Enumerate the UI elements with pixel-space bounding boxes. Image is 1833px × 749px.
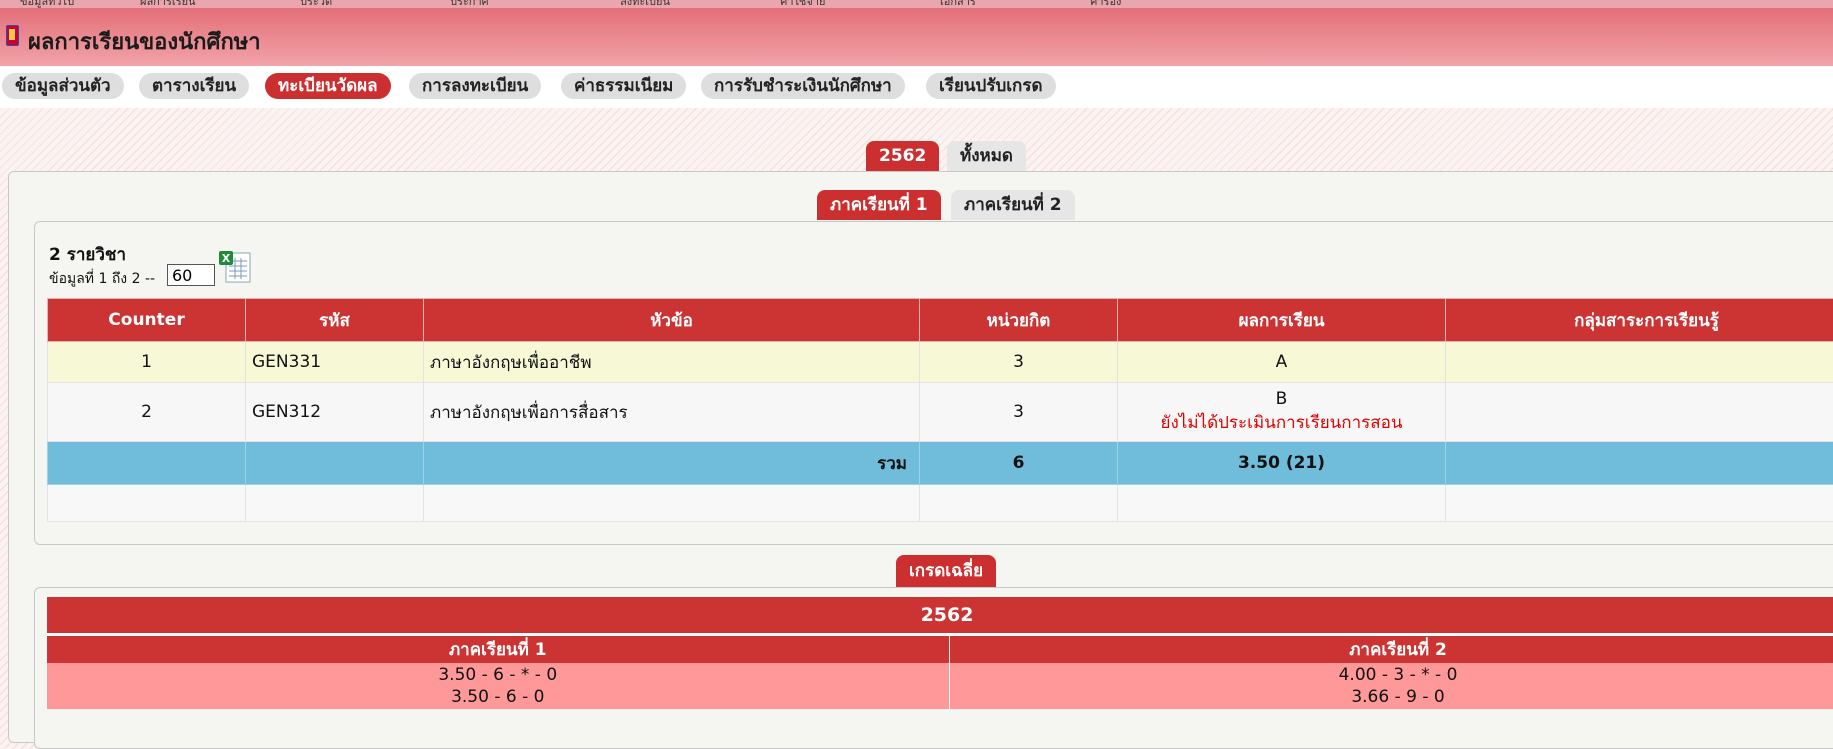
total-credits: 6 — [920, 442, 1118, 485]
tab-semester-2[interactable]: ภาคเรียนที่ 2 — [951, 190, 1075, 220]
tab-gpa[interactable]: เกรดเฉลี่ย — [896, 555, 996, 587]
excel-export-icon[interactable]: X — [217, 248, 253, 284]
nav-tab-personal-info[interactable]: ข้อมูลส่วนตัว — [2, 73, 124, 99]
gpa-year: 2562 — [47, 597, 1833, 635]
top-nav-item[interactable]: ผลการเรียน — [140, 0, 196, 8]
total-row: รวม 6 3.50 (21) — [48, 442, 1833, 485]
gpa-semester-1-line2: 3.50 - 6 - 0 — [47, 686, 949, 708]
tab-year-2562[interactable]: 2562 — [866, 141, 939, 171]
top-nav-item[interactable]: ค่าใช้จ่าย — [780, 0, 825, 8]
cell-code: GEN331 — [246, 342, 424, 383]
column-header-grade[interactable]: ผลการเรียน — [1118, 299, 1446, 342]
gpa-semester-row: ภาคเรียนที่ 1 ภาคเรียนที่ 2 — [47, 635, 1833, 664]
total-cell-empty — [48, 442, 246, 485]
page-title: ผลการเรียนของนักศึกษา — [28, 24, 261, 59]
total-cell-empty — [246, 442, 424, 485]
gpa-semester-2-values: 4.00 - 3 - * - 0 3.66 - 9 - 0 — [949, 663, 1833, 709]
top-nav-strip: ข้อมูลทั่วไป ผลการเรียน ประวัติ ประกาศ ล… — [0, 0, 1833, 8]
nav-tab-timetable[interactable]: ตารางเรียน — [139, 73, 249, 99]
page-size-input[interactable] — [167, 264, 215, 286]
tab-semester-1[interactable]: ภาคเรียนที่ 1 — [817, 190, 941, 220]
gpa-semester-2-line2: 3.66 - 9 - 0 — [950, 686, 1833, 708]
nav-tab-registration[interactable]: การลงทะเบียน — [409, 73, 541, 99]
cell-grade: A — [1118, 342, 1446, 383]
column-header-title[interactable]: หัวข้อ — [424, 299, 920, 342]
gpa-semester-1-label: ภาคเรียนที่ 1 — [47, 635, 949, 664]
svg-text:X: X — [222, 252, 231, 265]
top-nav-item[interactable]: คำร้อง — [1090, 0, 1121, 8]
empty-row — [48, 485, 1833, 522]
total-label: รวม — [424, 442, 920, 485]
section-nav: ข้อมูลส่วนตัว ตารางเรียน ทะเบียนวัดผล กา… — [0, 66, 1833, 108]
cell-credits: 3 — [920, 383, 1118, 442]
cell-code: GEN312 — [246, 383, 424, 442]
cell-subject-group — [1446, 383, 1833, 442]
table-header-row: Counter รหัส หัวข้อ หน่วยกิต ผลการเรียน … — [48, 299, 1833, 342]
nav-tab-payments[interactable]: การรับชำระเงินนักศึกษา — [701, 73, 905, 99]
gpa-values-row: 3.50 - 6 - * - 0 3.50 - 6 - 0 4.00 - 3 -… — [47, 663, 1833, 709]
course-count: 2 รายวิชา — [49, 241, 126, 268]
cell-credits: 3 — [920, 342, 1118, 383]
title-bar: ผลการเรียนของนักศึกษา — [0, 8, 1833, 66]
tab-year-all[interactable]: ทั้งหมด — [947, 141, 1026, 171]
gpa-semester-2-label: ภาคเรียนที่ 2 — [949, 635, 1833, 664]
gpa-semester-1-values: 3.50 - 6 - * - 0 3.50 - 6 - 0 — [47, 663, 949, 709]
gpa-year-row: 2562 — [47, 597, 1833, 635]
column-header-counter[interactable]: Counter — [48, 299, 246, 342]
total-cell-empty — [1446, 442, 1833, 485]
top-nav-item[interactable]: ประวัติ — [300, 0, 332, 8]
cell-counter: 1 — [48, 342, 246, 383]
top-nav-item[interactable]: ลงทะเบียน — [620, 0, 670, 8]
column-header-credits[interactable]: หน่วยกิต — [920, 299, 1118, 342]
nav-tab-grade-improvement[interactable]: เรียนปรับเกรด — [926, 73, 1056, 99]
cell-title: ภาษาอังกฤษเพื่อการสื่อสาร — [424, 383, 920, 442]
table-row: 1 GEN331 ภาษาอังกฤษเพื่ออาชีพ 3 A — [48, 342, 1833, 383]
record-range: ข้อมูลที่ 1 ถึง 2 -- — [49, 268, 155, 290]
cell-subject-group — [1446, 342, 1833, 383]
book-icon — [6, 25, 19, 46]
cell-title: ภาษาอังกฤษเพื่ออาชีพ — [424, 342, 920, 383]
column-header-code[interactable]: รหัส — [246, 299, 424, 342]
nav-tab-fees[interactable]: ค่าธรรมเนียม — [561, 73, 686, 99]
gpa-semester-2-line1: 4.00 - 3 - * - 0 — [950, 664, 1833, 686]
gpa-semester-1-line1: 3.50 - 6 - * - 0 — [47, 664, 949, 686]
top-nav-item[interactable]: ประกาศ — [450, 0, 489, 8]
nav-tab-grade-records[interactable]: ทะเบียนวัดผล — [265, 73, 391, 99]
top-nav-item[interactable]: เอกสาร — [940, 0, 976, 8]
pending-evaluation-link[interactable]: ยังไม่ได้ประเมินการเรียนการสอน — [1124, 409, 1439, 436]
top-nav-item[interactable]: ข้อมูลทั่วไป — [20, 0, 74, 8]
total-gpa: 3.50 (21) — [1118, 442, 1446, 485]
grades-table: Counter รหัส หัวข้อ หน่วยกิต ผลการเรียน … — [47, 298, 1833, 522]
grade-value: B — [1276, 389, 1288, 409]
gpa-table: 2562 ภาคเรียนที่ 1 ภาคเรียนที่ 2 3.50 - … — [47, 597, 1833, 709]
table-row: 2 GEN312 ภาษาอังกฤษเพื่อการสื่อสาร 3 B ย… — [48, 383, 1833, 442]
column-header-subject-group[interactable]: กลุ่มสาระการเรียนรู้ — [1446, 299, 1833, 342]
cell-grade-with-note: B ยังไม่ได้ประเมินการเรียนการสอน — [1118, 383, 1446, 442]
cell-counter: 2 — [48, 383, 246, 442]
